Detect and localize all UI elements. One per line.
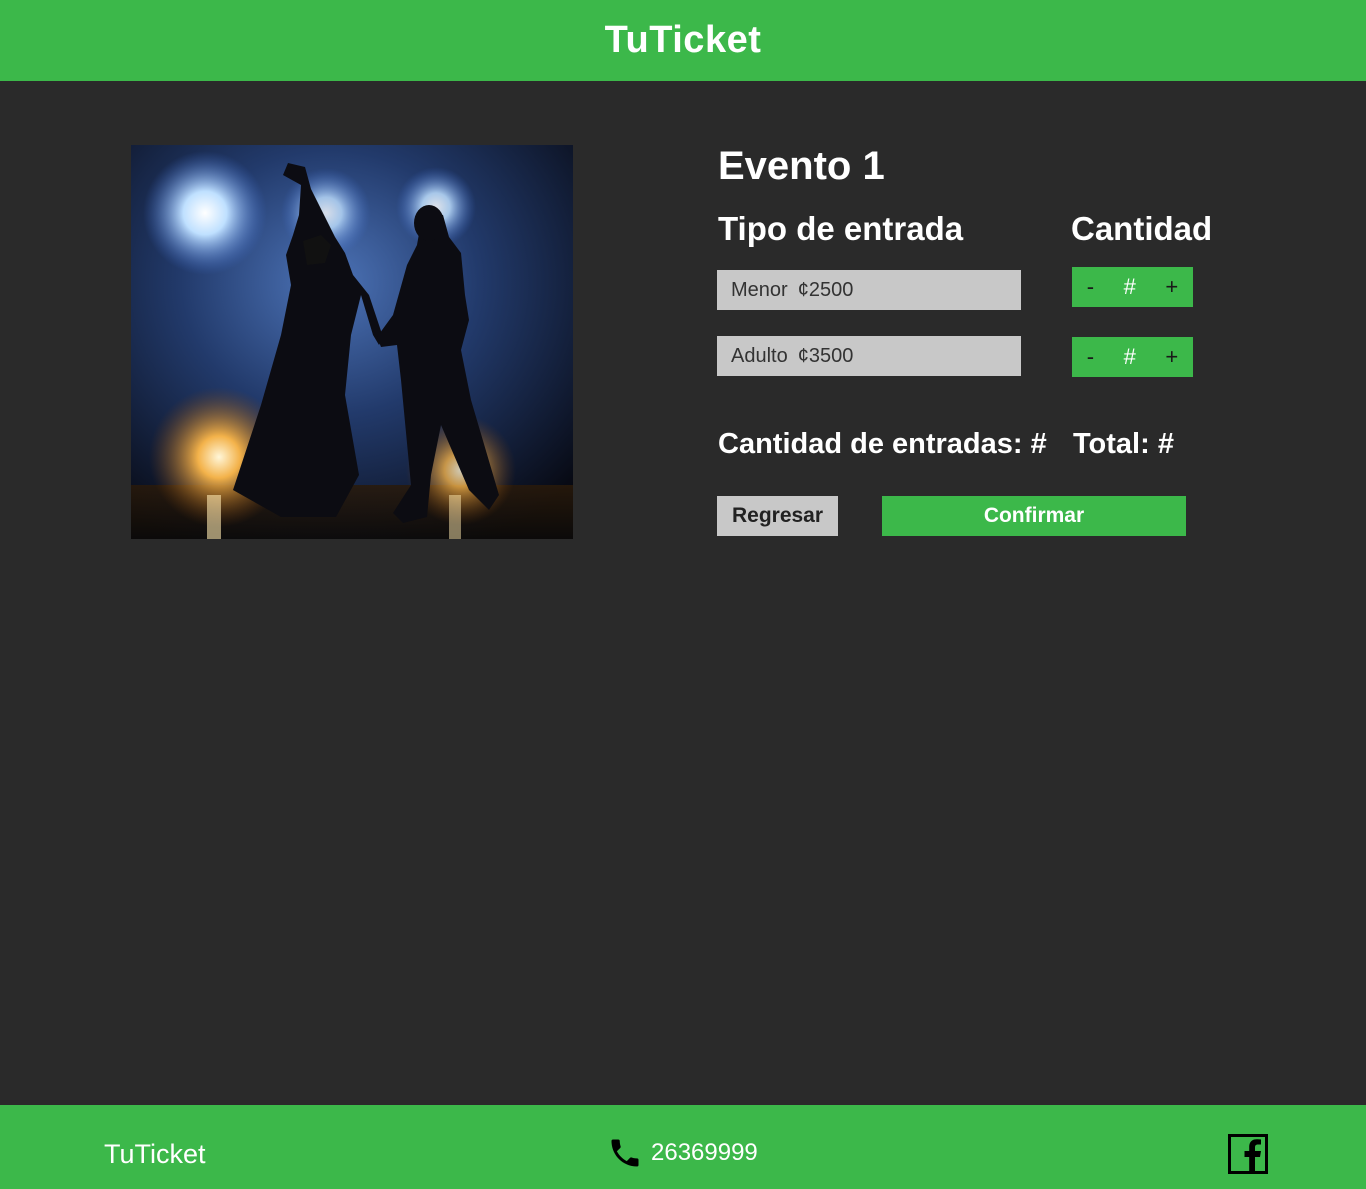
app-title: TuTicket [604, 19, 762, 61]
decrement-button[interactable]: - [1087, 274, 1094, 300]
event-title: Evento 1 [718, 144, 885, 188]
ticket-price: ¢3500 [797, 344, 854, 367]
quantity-stepper-menor[interactable]: - # + [1072, 267, 1193, 307]
ticket-count-summary: Cantidad de entradas: # [718, 428, 1047, 460]
quantity-stepper-adulto[interactable]: - # + [1072, 337, 1193, 377]
phone-number: 26369999 [651, 1139, 758, 1166]
decrement-button[interactable]: - [1087, 344, 1094, 370]
footer-bar: TuTicket 26369999 [0, 1105, 1366, 1189]
total-summary: Total: # [1073, 428, 1174, 460]
header-bar: TuTicket [0, 0, 1366, 81]
footer-phone: 26369999 [607, 1135, 758, 1171]
confirm-button[interactable]: Confirmar [882, 496, 1186, 536]
facebook-icon[interactable] [1228, 1134, 1268, 1174]
ticket-name: Menor [731, 278, 788, 301]
event-image [131, 145, 573, 539]
ticket-option-menor[interactable]: Menor ¢2500 [717, 270, 1021, 310]
ticket-name: Adulto [731, 344, 788, 367]
ticket-type-heading: Tipo de entrada [718, 210, 964, 247]
quantity-value: # [1123, 344, 1136, 369]
ticket-option-adulto[interactable]: Adulto ¢3500 [717, 336, 1021, 376]
dancers-photo [131, 145, 573, 539]
quantity-heading: Cantidad [1071, 210, 1213, 247]
back-button[interactable]: Regresar [717, 496, 838, 536]
increment-button[interactable]: + [1165, 344, 1178, 370]
footer-brand: TuTicket [104, 1139, 206, 1169]
increment-button[interactable]: + [1165, 274, 1178, 300]
phone-icon [611, 1139, 639, 1167]
ticket-price: ¢2500 [797, 278, 854, 301]
quantity-value: # [1123, 274, 1136, 299]
